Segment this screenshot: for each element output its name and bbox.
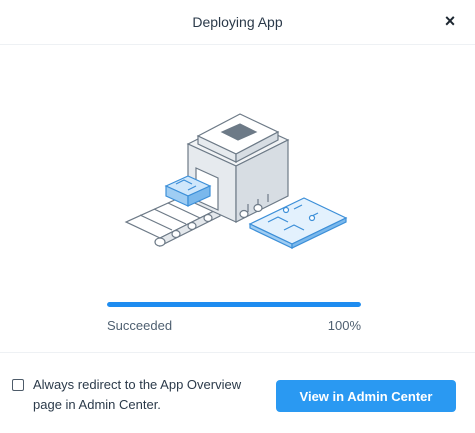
dialog-footer: Always redirect to the App Overview page…: [0, 352, 475, 433]
app-deploy-illustration: [124, 113, 348, 249]
view-in-admin-center-button[interactable]: View in Admin Center: [276, 380, 456, 412]
redirect-checkbox-label[interactable]: Always redirect to the App Overview page…: [33, 375, 248, 415]
dialog-title: Deploying App: [192, 14, 283, 30]
progress-percent: 100%: [327, 318, 361, 333]
deploy-machine: [186, 113, 290, 223]
deploying-app-dialog: Deploying App × Succeeded 100% Always re…: [0, 0, 475, 432]
progress-status: Succeeded: [107, 318, 173, 333]
dialog-header: Deploying App ×: [0, 0, 475, 45]
progress-bar: [107, 302, 361, 307]
close-icon[interactable]: ×: [439, 10, 461, 32]
progress-bar-fill: [107, 302, 361, 307]
redirect-checkbox[interactable]: [12, 379, 24, 391]
